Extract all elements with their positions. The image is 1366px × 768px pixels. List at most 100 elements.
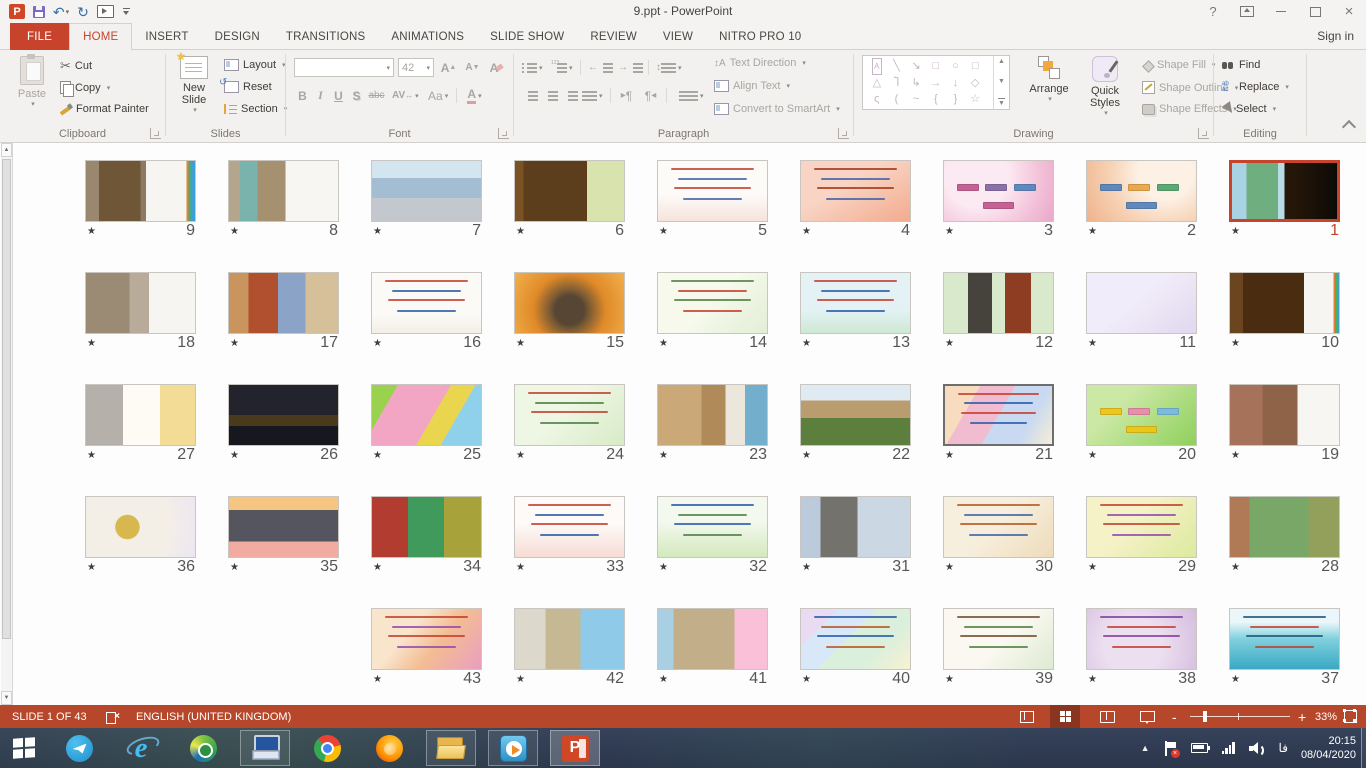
restore-button[interactable]: [1298, 0, 1332, 23]
tab-insert[interactable]: INSERT: [132, 23, 201, 50]
taskbar-clock[interactable]: 20:1508/04/2020: [1295, 734, 1366, 762]
shape-glyph-8[interactable]: ↳: [912, 76, 921, 91]
change-case-button[interactable]: Aa▾: [428, 86, 448, 105]
shape-glyph-6[interactable]: △: [873, 76, 881, 91]
shape-glyph-9[interactable]: →: [930, 76, 941, 91]
slide-thumbnail-8[interactable]: [228, 160, 339, 222]
slide-thumbnail-23[interactable]: [657, 384, 768, 446]
slide-thumbnail-27[interactable]: [85, 384, 196, 446]
slide-transition-star-icon[interactable]: ★: [802, 450, 811, 461]
shrink-font-button[interactable]: A▼: [464, 58, 481, 77]
minimize-button[interactable]: [1264, 0, 1298, 23]
numbering-button[interactable]: ▾: [552, 58, 573, 77]
zoom-out-button[interactable]: -: [1172, 705, 1177, 728]
slide-transition-star-icon[interactable]: ★: [516, 338, 525, 349]
slide-sorter-view-button[interactable]: [1050, 705, 1080, 728]
tab-file[interactable]: FILE: [10, 23, 69, 50]
reading-view-button[interactable]: [1092, 705, 1122, 728]
slide-transition-star-icon[interactable]: ★: [802, 226, 811, 237]
shape-glyph-3[interactable]: □: [932, 59, 939, 74]
bullets-button[interactable]: ▾: [522, 58, 543, 77]
slide-transition-star-icon[interactable]: ★: [802, 562, 811, 573]
slide-transition-star-icon[interactable]: ★: [945, 450, 954, 461]
slide-transition-star-icon[interactable]: ★: [1231, 338, 1240, 349]
slide-thumbnail-5[interactable]: [657, 160, 768, 222]
slide-counter[interactable]: SLIDE 1 OF 43: [12, 705, 87, 728]
shape-glyph-14[interactable]: ~: [913, 92, 919, 107]
scrollbar-thumb[interactable]: [2, 159, 11, 639]
slide-thumbnail-42[interactable]: [514, 608, 625, 670]
slide-thumbnail-14[interactable]: [657, 272, 768, 334]
slide-thumbnail-18[interactable]: [85, 272, 196, 334]
slide-transition-star-icon[interactable]: ★: [945, 226, 954, 237]
layout-button[interactable]: Layout▾: [224, 59, 286, 71]
taskbar-app-telegram[interactable]: [54, 730, 104, 766]
slide-thumbnail-17[interactable]: [228, 272, 339, 334]
slide-transition-star-icon[interactable]: ★: [1088, 226, 1097, 237]
vertical-scrollbar[interactable]: ▲ ▼: [1, 143, 13, 705]
slide-thumbnail-6[interactable]: [514, 160, 625, 222]
slide-transition-star-icon[interactable]: ★: [1231, 562, 1240, 573]
slide-thumbnail-40[interactable]: [800, 608, 911, 670]
grow-font-button[interactable]: A▲: [440, 58, 457, 77]
taskbar-app-on-screen-keyboard[interactable]: [240, 730, 290, 766]
shape-fill-button[interactable]: Shape Fill▾: [1142, 59, 1215, 71]
slide-thumbnail-35[interactable]: [228, 496, 339, 558]
quick-styles-button[interactable]: Quick Styles▾: [1078, 56, 1132, 117]
volume-icon[interactable]: [1242, 728, 1272, 768]
slide-thumbnail-2[interactable]: [1086, 160, 1197, 222]
shape-glyph-0[interactable]: A: [872, 58, 881, 75]
font-color-button[interactable]: A▾: [466, 86, 483, 105]
redo-icon[interactable]: ↻: [72, 2, 94, 21]
slide-thumbnail-22[interactable]: [800, 384, 911, 446]
line-spacing-button[interactable]: ↕▾: [656, 58, 682, 77]
shape-glyph-12[interactable]: ς: [874, 92, 879, 107]
tab-design[interactable]: DESIGN: [202, 23, 273, 50]
font-size-combo[interactable]: 42▾: [398, 58, 434, 77]
slide-transition-star-icon[interactable]: ★: [516, 450, 525, 461]
slide-transition-star-icon[interactable]: ★: [373, 674, 382, 685]
slide-thumbnail-20[interactable]: [1086, 384, 1197, 446]
slide-thumbnail-12[interactable]: [943, 272, 1054, 334]
battery-icon[interactable]: [1184, 728, 1215, 768]
font-name-combo[interactable]: ▾: [294, 58, 394, 77]
text-shadow-button[interactable]: S: [348, 86, 365, 105]
slide-transition-star-icon[interactable]: ★: [516, 226, 525, 237]
slide-thumbnail-4[interactable]: [800, 160, 911, 222]
slide-transition-star-icon[interactable]: ★: [945, 562, 954, 573]
slide-thumbnail-16[interactable]: [371, 272, 482, 334]
close-button[interactable]: ×: [1332, 0, 1366, 23]
slide-thumbnail-3[interactable]: [943, 160, 1054, 222]
convert-to-smartart-button[interactable]: Convert to SmartArt▾: [714, 103, 840, 115]
decrease-indent-button[interactable]: ←: [588, 58, 613, 77]
slide-transition-star-icon[interactable]: ★: [945, 674, 954, 685]
shape-glyph-7[interactable]: Ⴈ: [894, 76, 899, 91]
slide-transition-star-icon[interactable]: ★: [1088, 562, 1097, 573]
slide-transition-star-icon[interactable]: ★: [1231, 450, 1240, 461]
slide-thumbnail-1[interactable]: [1229, 160, 1340, 222]
ribbon-display-options-button[interactable]: [1230, 0, 1264, 23]
slide-transition-star-icon[interactable]: ★: [230, 450, 239, 461]
new-slide-button[interactable]: New Slide▾: [170, 56, 218, 114]
normal-view-button[interactable]: [1012, 705, 1042, 728]
taskbar-app-chrome[interactable]: [302, 730, 352, 766]
slide-thumbnail-24[interactable]: [514, 384, 625, 446]
start-button[interactable]: [0, 728, 48, 768]
shapes-gallery[interactable]: A╲↘□○□△Ⴈ↳→↓◇ς(~{}☆ ▲▼▼: [862, 55, 1010, 110]
taskbar-app-internet-explorer[interactable]: e: [116, 730, 166, 766]
cut-button[interactable]: ✂Cut: [60, 59, 92, 72]
shape-glyph-16[interactable]: }: [954, 92, 958, 107]
zoom-slider-thumb[interactable]: [1203, 711, 1207, 722]
slide-thumbnail-10[interactable]: [1229, 272, 1340, 334]
font-dialog-launcher[interactable]: [498, 128, 509, 139]
slide-thumbnail-25[interactable]: [371, 384, 482, 446]
shape-glyph-10[interactable]: ↓: [953, 76, 959, 91]
slide-thumbnail-37[interactable]: [1229, 608, 1340, 670]
align-center-button[interactable]: [542, 86, 559, 105]
slide-thumbnail-13[interactable]: [800, 272, 911, 334]
text-direction-button[interactable]: ↕AText Direction▾: [714, 57, 806, 69]
shape-glyph-17[interactable]: ☆: [970, 92, 980, 107]
slide-thumbnail-41[interactable]: [657, 608, 768, 670]
slide-transition-star-icon[interactable]: ★: [659, 338, 668, 349]
italic-button[interactable]: I: [312, 86, 329, 105]
